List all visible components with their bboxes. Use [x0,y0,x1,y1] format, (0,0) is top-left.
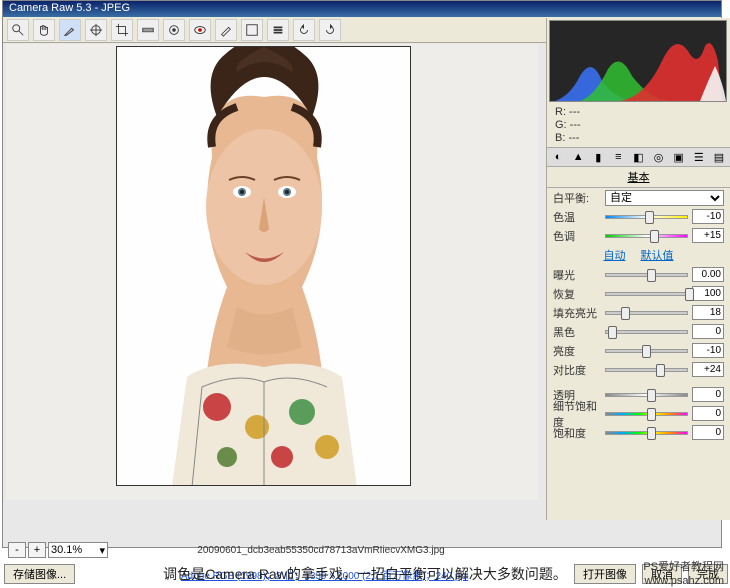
black-value[interactable] [692,324,724,339]
title-bar: Camera Raw 5.3 - JPEG [3,1,721,17]
window-title: Camera Raw 5.3 - JPEG [9,2,130,14]
temp-slider[interactable] [605,209,688,224]
sat-value[interactable] [692,425,724,440]
canvas-area [6,44,538,500]
wb-select[interactable]: 自定 [605,190,724,206]
straighten-tool-icon[interactable] [137,19,159,41]
tint-slider[interactable] [605,228,688,243]
prefs-icon[interactable] [267,19,289,41]
zoom-tool-icon[interactable] [7,19,29,41]
crop-tool-icon[interactable] [111,19,133,41]
auto-links: 自动 默认值 [547,245,730,265]
rgb-readout: R: --- G: --- B: --- [547,104,730,147]
g-value: G: --- [555,119,722,132]
default-link[interactable]: 默认值 [641,250,674,262]
exp-slider[interactable] [605,267,688,282]
photo-preview[interactable] [116,46,411,486]
histogram[interactable] [549,20,727,102]
spot-removal-icon[interactable] [163,19,185,41]
exp-value[interactable] [692,267,724,282]
tab-split-icon[interactable]: ◧ [631,149,645,165]
contr-slider[interactable] [605,362,688,377]
contr-value[interactable] [692,362,724,377]
fill-label: 填充亮光 [553,305,601,321]
tab-lens-icon[interactable]: ◎ [652,149,666,165]
rotate-cw-icon[interactable] [319,19,341,41]
bright-value[interactable] [692,343,724,358]
bright-slider[interactable] [605,343,688,358]
zoom-out-button[interactable]: - [8,542,26,558]
tab-basic-icon[interactable]: ◐ [551,149,565,165]
black-label: 黑色 [553,324,601,340]
app-window: Camera Raw 5.3 - JPEG ☑ 预览 ⛶ [2,0,722,548]
wb-row: 白平衡: 自定 [547,188,730,207]
tab-curve-icon[interactable]: ▲ [571,149,585,165]
watermark: PS爱好者教程网 www.psahz.com [643,560,724,588]
vib-slider[interactable] [605,406,688,421]
adjustment-brush-icon[interactable] [215,19,237,41]
fill-slider[interactable] [605,305,688,320]
rec-slider[interactable] [605,286,688,301]
sat-slider[interactable] [605,425,688,440]
watermark-l2: www.psahz.com [643,574,724,588]
exp-label: 曝光 [553,267,601,283]
graduated-filter-icon[interactable] [241,19,263,41]
tint-label: 色调 [553,228,601,244]
tab-presets-icon[interactable]: ☰ [692,149,706,165]
zoom-select[interactable]: 30.1% ▾ [48,542,108,558]
bright-label: 亮度 [553,343,601,359]
contr-label: 对比度 [553,362,601,378]
tab-camera-icon[interactable]: ▣ [672,149,686,165]
r-value: R: --- [555,106,722,119]
rec-value[interactable] [692,286,724,301]
color-sampler-icon[interactable] [85,19,107,41]
hand-tool-icon[interactable] [33,19,55,41]
black-slider[interactable] [605,324,688,339]
clar-slider[interactable] [605,387,688,402]
panel-title: 基本 [547,167,730,188]
tab-detail-icon[interactable]: ▮ [591,149,605,165]
tint-value[interactable] [692,228,724,243]
vib-value[interactable] [692,406,724,421]
watermark-l1: PS爱好者教程网 [643,560,724,574]
rec-label: 恢复 [553,286,601,302]
filename-label: 20090601_dcb3eab55350cd78713aVmRIiecvXMG… [110,545,532,556]
temp-value[interactable] [692,209,724,224]
zoom-in-button[interactable]: + [28,542,46,558]
wb-label: 白平衡: [553,190,601,206]
rotate-ccw-icon[interactable] [293,19,315,41]
sat-label: 饱和度 [553,425,601,441]
b-value: B: --- [555,132,722,145]
adjustments-panel: R: --- G: --- B: --- ◐ ▲ ▮ ≡ ◧ ◎ ▣ ☰ ▤ 基… [546,18,730,520]
zoom-bar: - + 30.1% ▾ 20090601_dcb3eab55350cd78713a… [8,540,532,560]
caption-text: 调色是Camera Raw的拿手戏，一招白平衡可以解决大多数问题。 [0,564,730,584]
white-balance-tool-icon[interactable] [59,19,81,41]
auto-link[interactable]: 自动 [603,250,625,262]
redeye-tool-icon[interactable] [189,19,211,41]
zoom-value: 30.1% [51,544,82,556]
chevron-down-icon: ▾ [99,544,105,557]
clar-value[interactable] [692,387,724,402]
fill-value[interactable] [692,305,724,320]
temp-label: 色温 [553,209,601,225]
tab-hsl-icon[interactable]: ≡ [611,149,625,165]
tab-snapshots-icon[interactable]: ▤ [712,149,726,165]
panel-tabs: ◐ ▲ ▮ ≡ ◧ ◎ ▣ ☰ ▤ [547,147,730,167]
